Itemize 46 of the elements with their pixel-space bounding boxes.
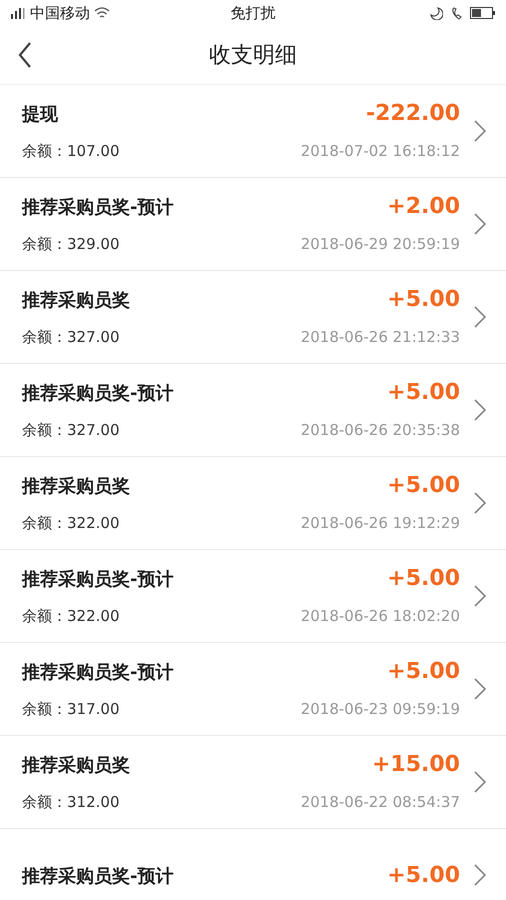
record-title: 推荐采购员奖-预计 bbox=[22, 382, 174, 405]
amount: -222.00 bbox=[366, 101, 460, 126]
dnd-status: 免打扰 bbox=[230, 4, 276, 22]
timestamp: 2018-06-26 19:12:29 bbox=[300, 514, 460, 532]
balance: 余额：322.00 bbox=[22, 607, 120, 626]
record-title: 推荐采购员奖 bbox=[22, 475, 130, 498]
balance: 余额：107.00 bbox=[22, 142, 120, 161]
carrier-name: 中国移动 bbox=[30, 4, 90, 22]
record-row[interactable]: 推荐采购员奖 +5.00 余额：327.00 2018-06-26 21:12:33 bbox=[0, 271, 506, 364]
balance: 余额：312.00 bbox=[22, 793, 120, 812]
record-row[interactable]: 推荐采购员奖-预计 +2.00 余额：329.00 2018-06-29 20:59:19 bbox=[0, 178, 506, 271]
record-title: 推荐采购员奖-预计 bbox=[22, 568, 174, 591]
record-row[interactable]: 推荐采购员奖-预计 +5.00 bbox=[0, 829, 506, 900]
timestamp: 2018-06-29 20:59:19 bbox=[300, 235, 460, 253]
timestamp: 2018-06-26 20:35:38 bbox=[300, 421, 460, 439]
timestamp: 2018-07-02 16:18:12 bbox=[300, 142, 460, 160]
record-title: 推荐采购员奖 bbox=[22, 754, 130, 777]
amount: +5.00 bbox=[387, 380, 460, 405]
amount: +5.00 bbox=[387, 473, 460, 498]
balance: 余额：327.00 bbox=[22, 421, 120, 440]
record-row[interactable]: 推荐采购员奖-预计 +5.00 余额：322.00 2018-06-26 18:02:20 bbox=[0, 550, 506, 643]
amount: +15.00 bbox=[372, 752, 460, 777]
record-title: 推荐采购员奖 bbox=[22, 289, 130, 312]
record-row[interactable]: 推荐采购员奖-预计 +5.00 余额：317.00 2018-06-23 09:59:19 bbox=[0, 643, 506, 736]
amount: +5.00 bbox=[387, 862, 460, 888]
record-title: 推荐采购员奖-预计 bbox=[22, 864, 174, 888]
record-title: 推荐采购员奖-预计 bbox=[22, 661, 174, 684]
timestamp: 2018-06-22 08:54:37 bbox=[300, 793, 460, 811]
timestamp: 2018-06-23 09:59:19 bbox=[300, 700, 460, 718]
balance: 余额：329.00 bbox=[22, 235, 120, 254]
balance: 余额：327.00 bbox=[22, 328, 120, 347]
timestamp: 2018-06-26 21:12:33 bbox=[300, 328, 460, 346]
record-row[interactable]: 推荐采购员奖 +15.00 余额：312.00 2018-06-22 08:54:37 bbox=[0, 736, 506, 829]
balance: 余额：322.00 bbox=[22, 514, 120, 533]
amount: +2.00 bbox=[387, 194, 460, 219]
record-row[interactable]: 提现 -222.00 余额：107.00 2018-07-02 16:18:12 bbox=[0, 85, 506, 178]
page-title: 收支明细 bbox=[209, 42, 297, 70]
amount: +5.00 bbox=[387, 566, 460, 591]
balance: 余额：317.00 bbox=[22, 700, 120, 719]
record-row[interactable]: 推荐采购员奖 +5.00 余额：322.00 2018-06-26 19:12:29 bbox=[0, 457, 506, 550]
amount: +5.00 bbox=[387, 287, 460, 312]
record-row[interactable]: 推荐采购员奖-预计 +5.00 余额：327.00 2018-06-26 20:35:38 bbox=[0, 364, 506, 457]
record-title: 推荐采购员奖-预计 bbox=[22, 196, 174, 219]
record-title: 提现 bbox=[22, 103, 58, 126]
amount: +5.00 bbox=[387, 659, 460, 684]
timestamp: 2018-06-26 18:02:20 bbox=[300, 607, 460, 625]
